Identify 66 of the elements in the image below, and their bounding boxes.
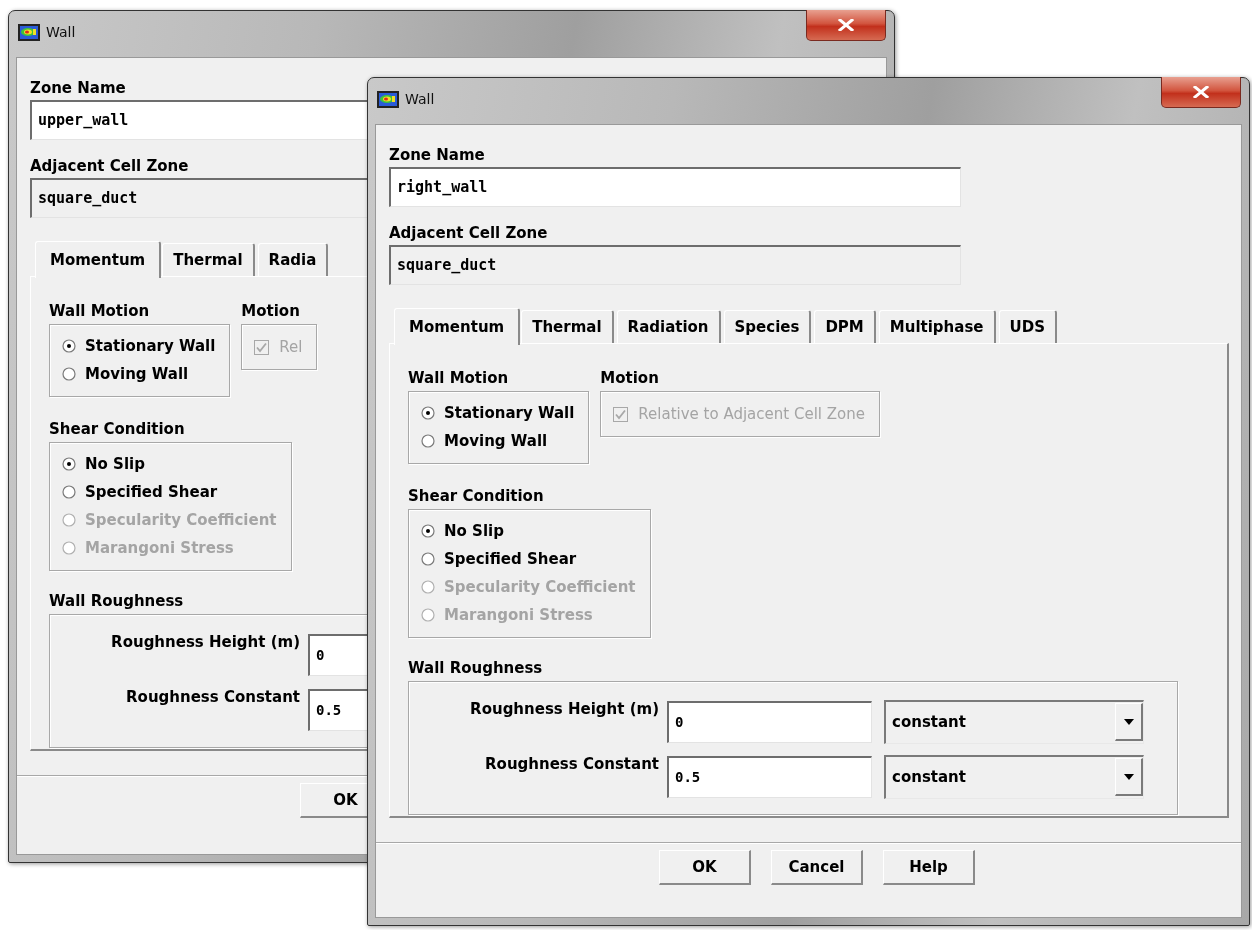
- dialog-button[interactable]: Cancel: [771, 850, 863, 885]
- tab[interactable]: Radia: [257, 243, 329, 276]
- window-title: Wall: [46, 24, 76, 40]
- group-label: Shear Condition: [408, 486, 545, 506]
- checkbox-label: Rel: [279, 338, 303, 356]
- radio-button[interactable]: [421, 406, 435, 420]
- group-label: Motion: [241, 301, 301, 321]
- field-label: Adjacent Cell Zone: [389, 223, 549, 243]
- radio-button[interactable]: [62, 485, 76, 499]
- option-label: Stationary Wall: [444, 404, 575, 422]
- option-label: Specularity Coefficient: [444, 578, 636, 596]
- field-label: Roughness Constant: [125, 687, 301, 706]
- checkbox-label: Relative to Adjacent Cell Zone: [638, 405, 865, 423]
- tab[interactable]: UDS: [998, 310, 1057, 343]
- radio-button[interactable]: [421, 552, 435, 566]
- option-label: Specified Shear: [85, 483, 218, 501]
- close-button[interactable]: [1161, 77, 1241, 108]
- radio-button[interactable]: [62, 457, 76, 471]
- group-label: Wall Motion: [49, 301, 151, 321]
- input-field[interactable]: right_wall: [389, 167, 961, 207]
- radio-button[interactable]: [421, 434, 435, 448]
- option-label: Specified Shear: [444, 550, 577, 568]
- readonly-field: square_duct: [389, 245, 961, 285]
- field-label: Zone Name: [389, 145, 486, 165]
- field-label: Roughness Height (m): [110, 632, 301, 651]
- field-label: Zone Name: [30, 78, 127, 98]
- field-label: Roughness Height (m): [469, 699, 660, 718]
- dialog-button[interactable]: OK: [659, 850, 751, 885]
- group-label: Wall Roughness: [408, 658, 544, 678]
- close-button[interactable]: [806, 10, 886, 41]
- tab[interactable]: Thermal: [162, 243, 255, 276]
- tab[interactable]: DPM: [814, 310, 876, 343]
- input-field[interactable]: 0: [667, 700, 872, 743]
- app-icon: [377, 91, 399, 108]
- field-label: Adjacent Cell Zone: [30, 156, 190, 176]
- radio-button[interactable]: [62, 339, 76, 353]
- caret-icon: [1123, 773, 1134, 780]
- group-label: Wall Roughness: [49, 591, 185, 611]
- radio-button[interactable]: [421, 524, 435, 538]
- tab[interactable]: Momentum: [394, 308, 521, 345]
- group-label: Wall Motion: [408, 368, 510, 388]
- option-label: Moving Wall: [85, 365, 189, 383]
- close-icon: [1193, 86, 1209, 98]
- close-icon: [838, 19, 854, 31]
- option-label: Marangoni Stress: [444, 606, 593, 624]
- option-label: Marangoni Stress: [85, 539, 234, 557]
- group-label: Motion: [600, 368, 660, 388]
- option-label: No Slip: [444, 522, 504, 540]
- tab[interactable]: Species: [723, 310, 812, 343]
- tab[interactable]: Radiation: [616, 310, 721, 343]
- dropdown[interactable]: constant: [884, 699, 1144, 744]
- caret-icon: [1123, 718, 1134, 725]
- option-label: Moving Wall: [444, 432, 548, 450]
- group-label: Shear Condition: [49, 419, 186, 439]
- option-label: Specularity Coefficient: [85, 511, 277, 529]
- option-label: No Slip: [85, 455, 145, 473]
- tab[interactable]: Thermal: [521, 310, 614, 343]
- option-label: Stationary Wall: [85, 337, 216, 355]
- dialog-button[interactable]: Help: [883, 850, 975, 885]
- tab[interactable]: Momentum: [35, 241, 162, 278]
- field-label: Roughness Constant: [484, 754, 660, 773]
- app-icon: [18, 24, 40, 41]
- input-field[interactable]: 0.5: [667, 755, 872, 798]
- dropdown[interactable]: constant: [884, 754, 1144, 799]
- radio-button[interactable]: [62, 367, 76, 381]
- tab[interactable]: Multiphase: [878, 310, 996, 343]
